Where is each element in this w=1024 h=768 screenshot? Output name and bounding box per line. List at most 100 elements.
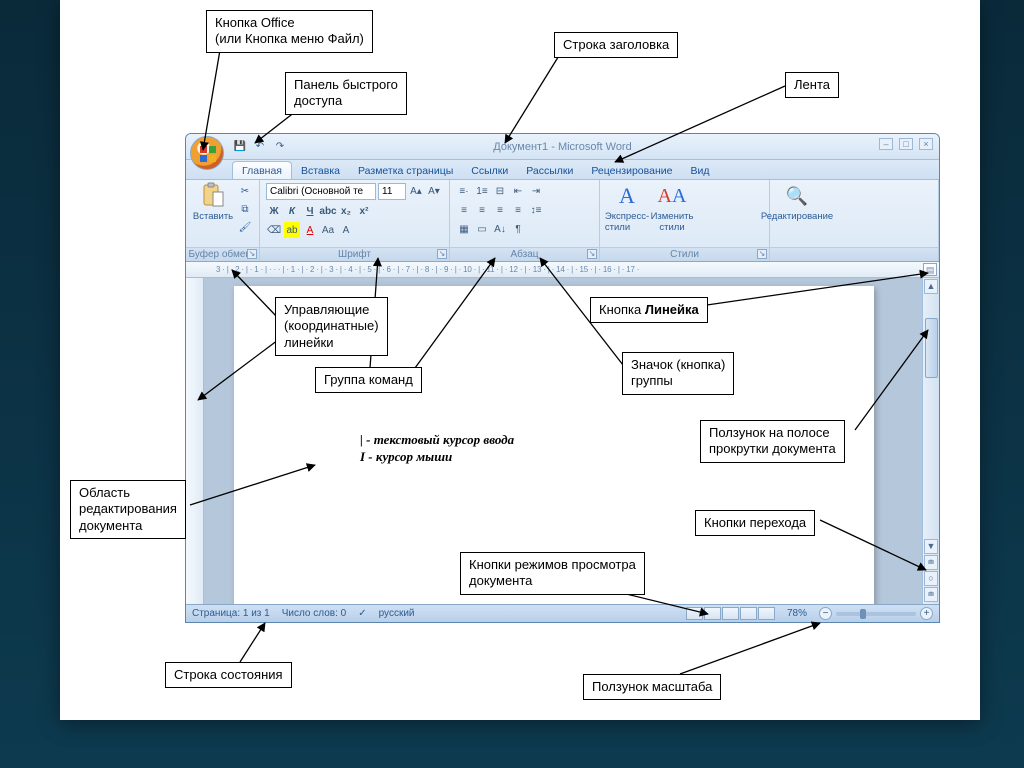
grow-font-icon[interactable]: A▴: [408, 184, 424, 200]
window-title: Документ1 - Microsoft Word: [186, 141, 939, 153]
editing-button[interactable]: 🔍 Редактирование: [776, 183, 818, 222]
vertical-scrollbar[interactable]: ▲ ▼ ≐ ○ ≐: [922, 278, 939, 604]
borders-icon[interactable]: ▭: [474, 221, 490, 237]
zoom-track[interactable]: [836, 612, 916, 616]
ruler-toggle-button[interactable]: ▤: [923, 263, 937, 276]
shrink-font-icon[interactable]: A▾: [426, 184, 442, 200]
maximize-button[interactable]: □: [899, 138, 913, 150]
align-left-icon[interactable]: ≡: [456, 202, 472, 218]
scroll-thumb[interactable]: [925, 318, 938, 378]
next-page-icon[interactable]: ≐: [924, 587, 938, 602]
view-fullscreen-icon[interactable]: [704, 607, 721, 620]
change-case-icon[interactable]: Aa: [320, 222, 336, 238]
tab-mailings[interactable]: Рассылки: [517, 162, 582, 179]
doc-overlay-line1: | - текстовый курсор ввода: [360, 432, 514, 449]
zoom-in-icon[interactable]: +: [920, 607, 933, 620]
status-page[interactable]: Страница: 1 из 1: [192, 608, 270, 619]
redo-icon[interactable]: ↷: [272, 139, 288, 155]
line-spacing-icon[interactable]: ↕≡: [528, 202, 544, 218]
bold-icon[interactable]: Ж: [266, 203, 282, 219]
zoom-slider[interactable]: − +: [819, 607, 933, 620]
browse-object-icon[interactable]: ○: [924, 571, 938, 586]
quick-styles-icon: A: [614, 183, 640, 209]
paragraph-launcher-icon[interactable]: ↘: [587, 249, 597, 259]
callout-group: Группа команд: [315, 367, 422, 393]
view-print-layout-icon[interactable]: [686, 607, 703, 620]
sort-icon[interactable]: A↓: [492, 221, 508, 237]
change-styles-icon: AA: [659, 183, 685, 209]
doc-overlay-line2: I - курсор мыши: [360, 449, 452, 466]
font-name-input[interactable]: [266, 183, 376, 200]
format-painter-icon[interactable]: 🖌: [237, 219, 253, 235]
vertical-ruler[interactable]: [186, 278, 204, 604]
scroll-down-icon[interactable]: ▼: [924, 539, 938, 554]
justify-icon[interactable]: ≡: [510, 202, 526, 218]
group-paragraph: ≡· 1≡ ⊟ ⇤ ⇥ ≡ ≡ ≡ ≡ ↕≡ ▦: [450, 180, 600, 261]
clear-format-icon[interactable]: ⌫: [266, 222, 282, 238]
status-words[interactable]: Число слов: 0: [282, 608, 346, 619]
window-controls: – □ ×: [879, 138, 933, 150]
view-outline-icon[interactable]: [740, 607, 757, 620]
close-button[interactable]: ×: [919, 138, 933, 150]
callout-titlebar: Строка заголовка: [554, 32, 678, 58]
save-icon[interactable]: 💾: [232, 139, 248, 155]
highlight-icon[interactable]: ab: [284, 222, 300, 238]
tab-review[interactable]: Рецензирование: [582, 162, 681, 179]
char-border-icon[interactable]: A: [338, 222, 354, 238]
tab-insert[interactable]: Вставка: [292, 162, 349, 179]
align-right-icon[interactable]: ≡: [492, 202, 508, 218]
view-draft-icon[interactable]: [758, 607, 775, 620]
cut-icon[interactable]: ✂: [237, 183, 253, 199]
show-marks-icon[interactable]: ¶: [510, 221, 526, 237]
status-proofing-icon[interactable]: ✓: [358, 608, 366, 619]
tab-view[interactable]: Вид: [681, 162, 718, 179]
callout-scroll-thumb: Ползунок на полосе прокрутки документа: [700, 420, 845, 463]
change-styles-button[interactable]: AA Изменить стили: [651, 183, 693, 233]
underline-icon[interactable]: Ч: [302, 203, 318, 219]
undo-icon[interactable]: ↶: [252, 139, 268, 155]
multilevel-icon[interactable]: ⊟: [492, 183, 508, 199]
callout-ruler-btn: Кнопка Линейка: [590, 297, 708, 323]
scroll-up-icon[interactable]: ▲: [924, 279, 938, 294]
indent-icon[interactable]: ⇥: [528, 183, 544, 199]
ribbon: Вставить ✂ ⧉ 🖌 Буфер обмена ↘: [186, 180, 939, 262]
callout-rulers: Управляющие (координатные) линейки: [275, 297, 388, 356]
tab-layout[interactable]: Разметка страницы: [349, 162, 462, 179]
strike-icon[interactable]: abc: [320, 203, 336, 219]
group-styles: A Экспресс-стили AA Изменить стили Стили…: [600, 180, 770, 261]
callout-view-btns: Кнопки режимов просмотра документа: [460, 552, 645, 595]
group-clipboard: Вставить ✂ ⧉ 🖌 Буфер обмена ↘: [186, 180, 260, 261]
quick-access-toolbar[interactable]: 💾 ↶ ↷: [232, 139, 288, 155]
callout-office-btn: Кнопка Office (или Кнопка меню Файл): [206, 10, 373, 53]
horizontal-ruler[interactable]: 3 · | · 2 · | · 1 · | · · · | · 1 · | · …: [186, 262, 939, 278]
font-color-icon[interactable]: A: [302, 222, 318, 238]
prev-page-icon[interactable]: ≐: [924, 555, 938, 570]
bullets-icon[interactable]: ≡·: [456, 183, 472, 199]
styles-launcher-icon[interactable]: ↘: [757, 249, 767, 259]
tab-home[interactable]: Главная: [232, 161, 292, 179]
callout-qat: Панель быстрого доступа: [285, 72, 407, 115]
font-launcher-icon[interactable]: ↘: [437, 249, 447, 259]
view-web-icon[interactable]: [722, 607, 739, 620]
group-label-styles: Стили ↘: [600, 247, 769, 261]
zoom-level[interactable]: 78%: [787, 608, 807, 619]
font-size-input[interactable]: [378, 183, 406, 200]
zoom-out-icon[interactable]: −: [819, 607, 832, 620]
copy-icon[interactable]: ⧉: [237, 201, 253, 217]
italic-icon[interactable]: К: [284, 203, 300, 219]
align-center-icon[interactable]: ≡: [474, 202, 490, 218]
tab-references[interactable]: Ссылки: [462, 162, 517, 179]
paste-button[interactable]: Вставить: [192, 183, 234, 222]
shading-icon[interactable]: ▦: [456, 221, 472, 237]
status-language[interactable]: русский: [379, 608, 415, 619]
superscript-icon[interactable]: x²: [356, 203, 372, 219]
subscript-icon[interactable]: x₂: [338, 203, 354, 219]
minimize-button[interactable]: –: [879, 138, 893, 150]
numbering-icon[interactable]: 1≡: [474, 183, 490, 199]
clipboard-launcher-icon[interactable]: ↘: [247, 249, 257, 259]
office-button[interactable]: [190, 136, 224, 170]
group-label-paragraph: Абзац ↘: [450, 247, 599, 261]
quick-styles-button[interactable]: A Экспресс-стили: [606, 183, 648, 233]
callout-zoom-slider: Ползунок масштаба: [583, 674, 721, 700]
outdent-icon[interactable]: ⇤: [510, 183, 526, 199]
